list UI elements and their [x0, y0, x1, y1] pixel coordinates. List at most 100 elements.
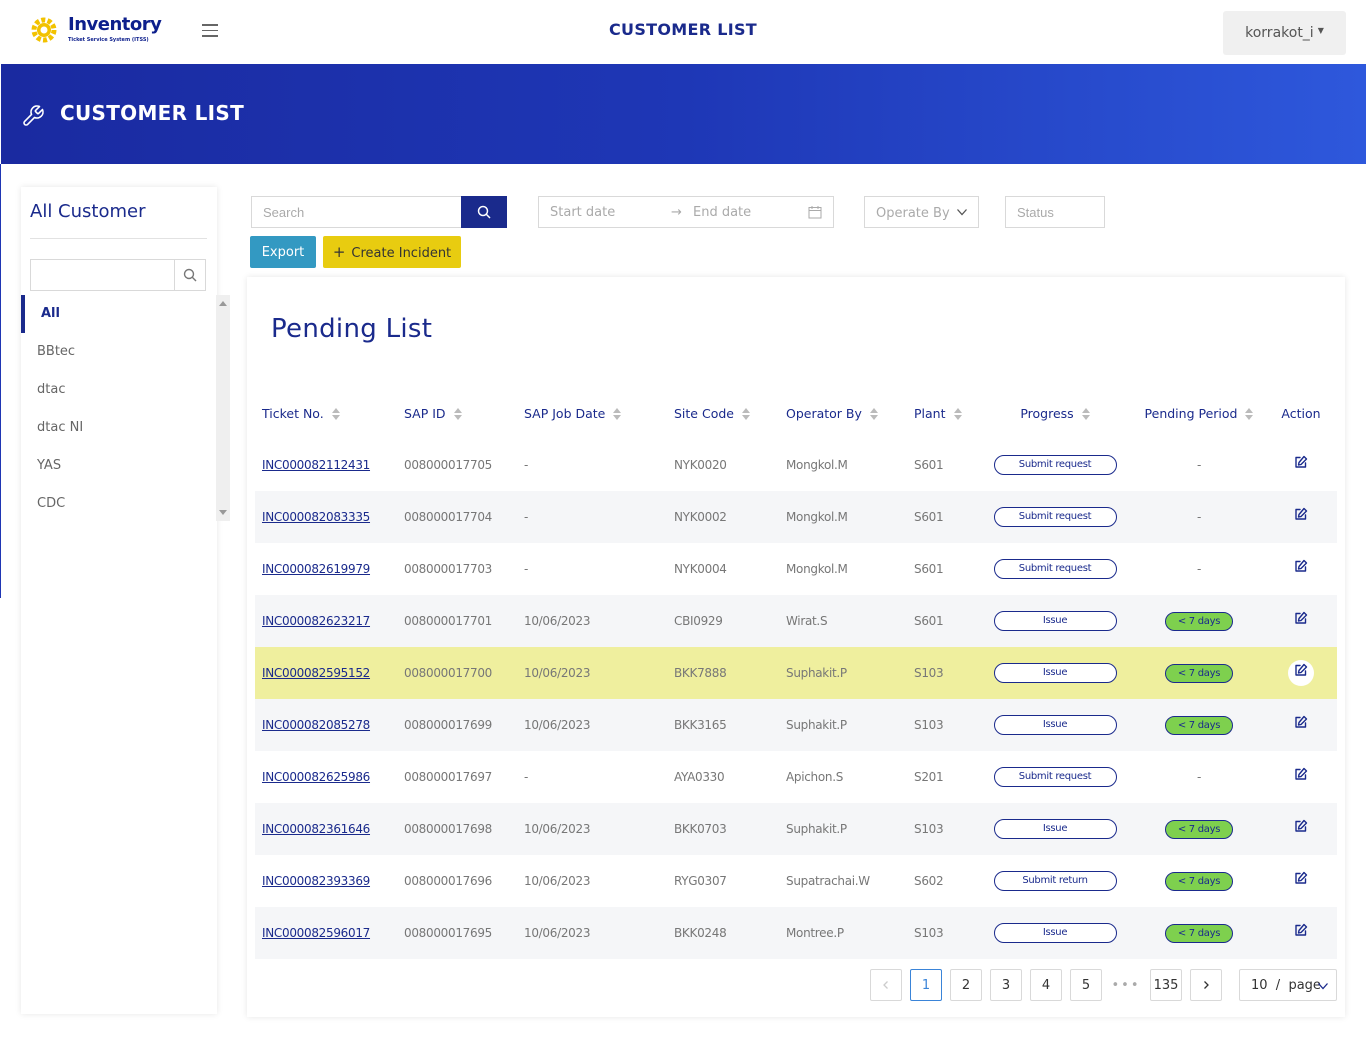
edit-icon[interactable] [1288, 660, 1314, 686]
operator-cell: Mongkol.M [779, 491, 907, 543]
action-cell [1265, 439, 1337, 491]
sidebar-item-dtac[interactable]: dtac [21, 371, 217, 409]
edit-icon[interactable] [1288, 712, 1314, 738]
site-code-cell: BKK3165 [667, 699, 779, 751]
table-row[interactable]: INC000082596017 008000017695 10/06/2023 BKK… [255, 907, 1337, 959]
pending-list-title: Pending List [271, 314, 433, 344]
table-row[interactable]: INC000082623217 008000017701 10/06/2023 CBI… [255, 595, 1337, 647]
divider [30, 238, 207, 239]
sap-job-date-cell: 10/06/2023 [517, 647, 667, 699]
col-sap-id[interactable]: SAP ID [397, 387, 517, 439]
ticket-cell: INC000082085278 [255, 699, 397, 751]
table-row[interactable]: INC000082625986 008000017697 - AYA0330 Apich… [255, 751, 1337, 803]
scroll-down-icon[interactable] [219, 510, 227, 515]
progress-cell: Submit request [977, 439, 1133, 491]
sidebar-item-yas[interactable]: YAS [21, 447, 217, 485]
export-button[interactable]: Export [250, 236, 316, 268]
sidebar-item-dtac-ni[interactable]: dtac NI [21, 409, 217, 447]
sap-id-cell: 008000017698 [397, 803, 517, 855]
page-3-button[interactable]: 3 [990, 969, 1022, 1001]
sidebar-item-cdc[interactable]: CDC [21, 485, 217, 523]
ticket-link[interactable]: INC000082112431 [262, 458, 370, 472]
progress-cell: Submit request [977, 491, 1133, 543]
menu-toggle-icon[interactable] [202, 24, 218, 40]
status-field[interactable] [1005, 196, 1105, 228]
sap-id-cell: 008000017703 [404, 562, 493, 576]
search-button[interactable] [461, 196, 507, 228]
sap-job-date-cell: 10/06/2023 [517, 907, 667, 959]
ticket-cell: INC000082625986 [255, 751, 397, 803]
ticket-link[interactable]: INC000082625986 [262, 770, 370, 784]
next-page-button[interactable] [1190, 969, 1222, 1001]
ticket-link[interactable]: INC000082361646 [262, 822, 370, 836]
search-input[interactable] [251, 196, 461, 228]
scroll-up-icon[interactable] [219, 301, 227, 306]
table-row[interactable]: INC000082393369 008000017696 10/06/2023 RYG… [255, 855, 1337, 907]
page-ellipsis[interactable]: ••• [1110, 969, 1142, 1001]
edit-icon[interactable] [1288, 608, 1314, 634]
table-row[interactable]: INC000082083335 008000017704- NYK0002 Mongk… [255, 491, 1337, 543]
app-logo[interactable]: Inventory Ticket Service System (ITSS) [30, 14, 175, 46]
sidebar-item-bbtec[interactable]: BBtec [21, 333, 217, 371]
operator-cell: Mongkol.M [786, 458, 848, 472]
edit-icon[interactable] [1288, 920, 1314, 946]
operator-cell: Suphakit.P [779, 803, 907, 855]
ticket-link[interactable]: INC000082619979 [262, 562, 370, 576]
ticket-link[interactable]: INC000082085278 [262, 718, 370, 732]
col-pending-period[interactable]: Pending Period [1133, 387, 1265, 439]
page-size-select[interactable]: 10 / page [1239, 969, 1337, 1001]
table-row[interactable]: INC000082619979 008000017703 - NYK0004 Mongk… [255, 543, 1337, 595]
end-date-field[interactable]: End date [693, 205, 751, 220]
ticket-link[interactable]: INC000082596017 [262, 926, 370, 940]
table-row[interactable]: INC000082112431 008000017705 - NYK0020 Mongk… [255, 439, 1337, 491]
col-progress[interactable]: Progress [977, 387, 1133, 439]
edit-icon[interactable] [1288, 816, 1314, 842]
edit-icon[interactable] [1288, 452, 1314, 478]
chevron-down-icon [1318, 983, 1328, 990]
logo-subtitle: Ticket Service System (ITSS) [68, 37, 149, 43]
sidebar-scrollbar[interactable] [216, 295, 230, 521]
page-4-button[interactable]: 4 [1030, 969, 1062, 1001]
sidebar-search-button[interactable] [174, 260, 205, 290]
col-operator-by[interactable]: Operator By [779, 387, 907, 439]
create-incident-button[interactable]: + Create Incident [323, 236, 461, 268]
table-row[interactable]: INC000082085278 008000017699 10/06/2023 BKK… [255, 699, 1337, 751]
customer-list: All BBtec dtac dtac NI YAS CDC [21, 295, 217, 523]
col-site-code[interactable]: Site Code [667, 387, 779, 439]
edit-icon[interactable] [1288, 504, 1314, 530]
sort-icon [453, 408, 462, 420]
table-row[interactable]: INC000082361646 008000017698 10/06/2023 BKK… [255, 803, 1337, 855]
progress-cell: Issue [977, 595, 1133, 647]
pending-period-cell: - [1133, 751, 1265, 803]
page-last-button[interactable]: 135 [1150, 969, 1182, 1001]
pending-period-cell: - [1133, 491, 1265, 543]
sap-id-cell: 008000017699 [397, 699, 517, 751]
edit-icon[interactable] [1288, 764, 1314, 790]
date-range-picker[interactable]: Start date → End date [538, 196, 834, 228]
plant-cell: S103 [907, 699, 977, 751]
page-banner: CUSTOMER LIST [1, 64, 1366, 164]
col-plant[interactable]: Plant [907, 387, 977, 439]
col-ticket[interactable]: Ticket No. [255, 387, 397, 439]
page-2-button[interactable]: 2 [950, 969, 982, 1001]
operate-by-select[interactable]: Operate By [864, 196, 979, 228]
col-sap-job-date[interactable]: SAP Job Date [517, 387, 667, 439]
start-date-field[interactable]: Start date [550, 205, 615, 220]
page-5-button[interactable]: 5 [1070, 969, 1102, 1001]
gear-logo-icon [31, 17, 57, 43]
sidebar-item-all[interactable]: All [21, 295, 217, 333]
sidebar-search-input[interactable] [31, 260, 174, 290]
table-row[interactable]: INC000082595152 008000017700 10/06/2023 BKK… [255, 647, 1337, 699]
plant-cell: S601 [914, 562, 944, 576]
edit-icon[interactable] [1288, 556, 1314, 582]
user-menu[interactable]: korrakot_i ▼ [1223, 11, 1346, 55]
ticket-link[interactable]: INC000082623217 [262, 614, 370, 628]
prev-page-button[interactable] [870, 969, 902, 1001]
ticket-link[interactable]: INC000082393369 [262, 874, 370, 888]
action-cell [1265, 699, 1337, 751]
page-1-button[interactable]: 1 [910, 969, 942, 1001]
sort-icon [613, 408, 622, 420]
edit-icon[interactable] [1288, 868, 1314, 894]
ticket-link[interactable]: INC000082595152 [262, 666, 370, 680]
ticket-link[interactable]: INC000082083335 [262, 510, 370, 524]
